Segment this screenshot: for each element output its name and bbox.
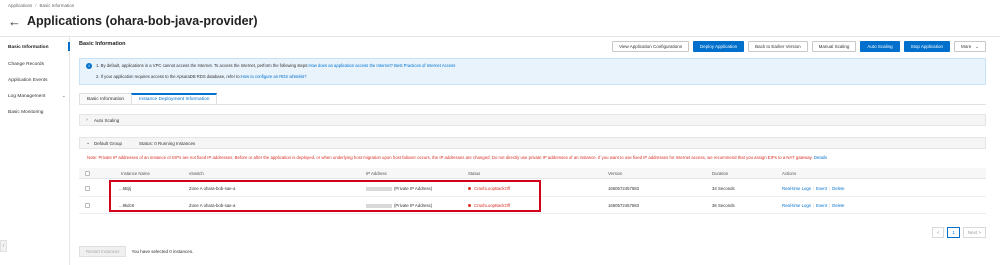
notice-line-2: 2. If your application requires access t… [96, 74, 306, 79]
rollback-button[interactable]: Back to Earlier Version [748, 41, 808, 52]
sidebar-item-change-records[interactable]: Change Records [8, 62, 44, 67]
event-link[interactable]: Event [816, 186, 827, 191]
delete-link[interactable]: Delete [832, 203, 844, 208]
info-notice: i 1. By default, applications in a VPC c… [79, 58, 986, 85]
header-ip-address: IP Address [366, 171, 387, 176]
notice-text-2: 2. If your application requires access t… [96, 74, 241, 79]
header-instance-name: Instance Name [121, 171, 150, 176]
sidebar-item-basic-information[interactable]: Basic Information [8, 45, 49, 50]
group-label: Default Group [94, 141, 123, 146]
duration: 36 Seconds [712, 203, 735, 208]
more-dropdown[interactable]: More ⌄ [953, 41, 986, 52]
auto-scaling-label: Auto Scaling [94, 118, 120, 123]
internet-access-link[interactable]: How does an application access the Inter… [308, 63, 455, 68]
auto-scaling-panel[interactable]: › Auto Scaling [79, 114, 986, 126]
delete-link[interactable]: Delete [832, 186, 844, 191]
default-group-panel[interactable]: ⌄ Default Group Status: 0 Running Instan… [79, 137, 986, 149]
table-header: Instance Name vSwitch IP Address Status … [79, 168, 986, 179]
view-configurations-button[interactable]: View Application Configurations [612, 41, 690, 52]
more-label: More [960, 44, 972, 49]
header-duration: Duration [712, 171, 729, 176]
realtime-logs-link[interactable]: Real-time Logs [782, 186, 811, 191]
breadcrumb-applications[interactable]: Applications [8, 3, 32, 8]
prev-page-button[interactable]: < [931, 227, 945, 238]
header-actions: Actions [782, 171, 797, 176]
stop-application-button[interactable]: Stop Application [903, 41, 950, 52]
breadcrumb-current: Basic Information [39, 3, 75, 8]
action-separator: | [829, 203, 831, 208]
sidebar-item-basic-monitoring[interactable]: Basic Monitoring [8, 110, 43, 115]
ip-warning-note: Note: Private IP addresses of an instanc… [87, 155, 827, 160]
sidebar: Basic Information Change Records Applica… [0, 37, 70, 265]
pagination: < 1 Next > [931, 227, 986, 238]
header-vswitch: vSwitch [189, 171, 204, 176]
bulk-action-bar: Restart Instances You have selected 0 in… [79, 246, 193, 257]
header-status: Status [468, 171, 481, 176]
action-separator: | [812, 203, 815, 208]
section-title: Basic Information [79, 41, 126, 47]
sidebar-active-indicator [68, 42, 70, 51]
row-checkbox[interactable] [85, 186, 90, 191]
row-actions: Real-time Logs | Event | Delete [782, 186, 845, 191]
deploy-application-button[interactable]: Deploy Application [693, 41, 745, 52]
row-checkbox[interactable] [85, 203, 90, 208]
sidebar-item-log-management[interactable]: Log Management ⌄ [8, 93, 70, 99]
header-divider [0, 36, 1000, 37]
group-status: Status: 0 Running Instances [139, 141, 196, 146]
duration: 34 Seconds [712, 186, 735, 191]
info-icon: i [86, 63, 92, 69]
chevron-right-icon: › [86, 117, 88, 123]
chevron-down-icon: ⌄ [61, 93, 66, 99]
notice-text-1: 1. By default, applications in a VPC can… [96, 63, 309, 68]
sidebar-item-label: Log Management [8, 94, 46, 99]
restart-instances-button[interactable]: Restart Instances [79, 246, 127, 257]
back-arrow-icon[interactable]: ← [8, 15, 21, 28]
auto-scaling-button[interactable]: Auto Scaling [860, 41, 900, 52]
manual-scaling-button[interactable]: Manual Scaling [811, 41, 857, 52]
version: 1660572457683 [608, 186, 640, 191]
action-separator: | [829, 186, 831, 191]
details-link[interactable]: Details [814, 155, 827, 160]
page-title: Applications (ohara-bob-java-provider) [27, 14, 258, 28]
breadcrumb-separator: / [35, 3, 37, 8]
realtime-logs-link[interactable]: Real-time Logs [782, 203, 811, 208]
next-page-button[interactable]: Next > [962, 227, 986, 238]
row-actions: Real-time Logs | Event | Delete [782, 203, 845, 208]
event-link[interactable]: Event [816, 203, 827, 208]
selection-count: You have selected 0 instances. [131, 249, 194, 254]
header-version: Version [608, 171, 623, 176]
version: 1660572457683 [608, 203, 640, 208]
breadcrumb: Applications / Basic Information [8, 3, 74, 8]
page-number-button[interactable]: 1 [947, 227, 960, 238]
notice-line-1: 1. By default, applications in a VPC can… [96, 63, 455, 68]
rds-whitelist-link[interactable]: How to configure an RDS whitelist? [241, 74, 307, 79]
tabs-underline [79, 104, 986, 105]
action-toolbar: View Application Configurations Deploy A… [612, 41, 986, 52]
select-all-checkbox[interactable] [85, 171, 90, 176]
chevron-down-icon: ⌄ [975, 44, 979, 49]
sidebar-item-application-events[interactable]: Application Events [8, 78, 47, 83]
action-separator: | [812, 186, 815, 191]
highlight-box [109, 180, 541, 212]
sidebar-collapse-icon[interactable]: › [0, 240, 7, 252]
chevron-down-icon: ⌄ [86, 140, 91, 146]
note-text: Note: Private IP addresses of an instanc… [87, 155, 813, 160]
title-bar: ← Applications (ohara-bob-java-provider) [8, 14, 258, 28]
